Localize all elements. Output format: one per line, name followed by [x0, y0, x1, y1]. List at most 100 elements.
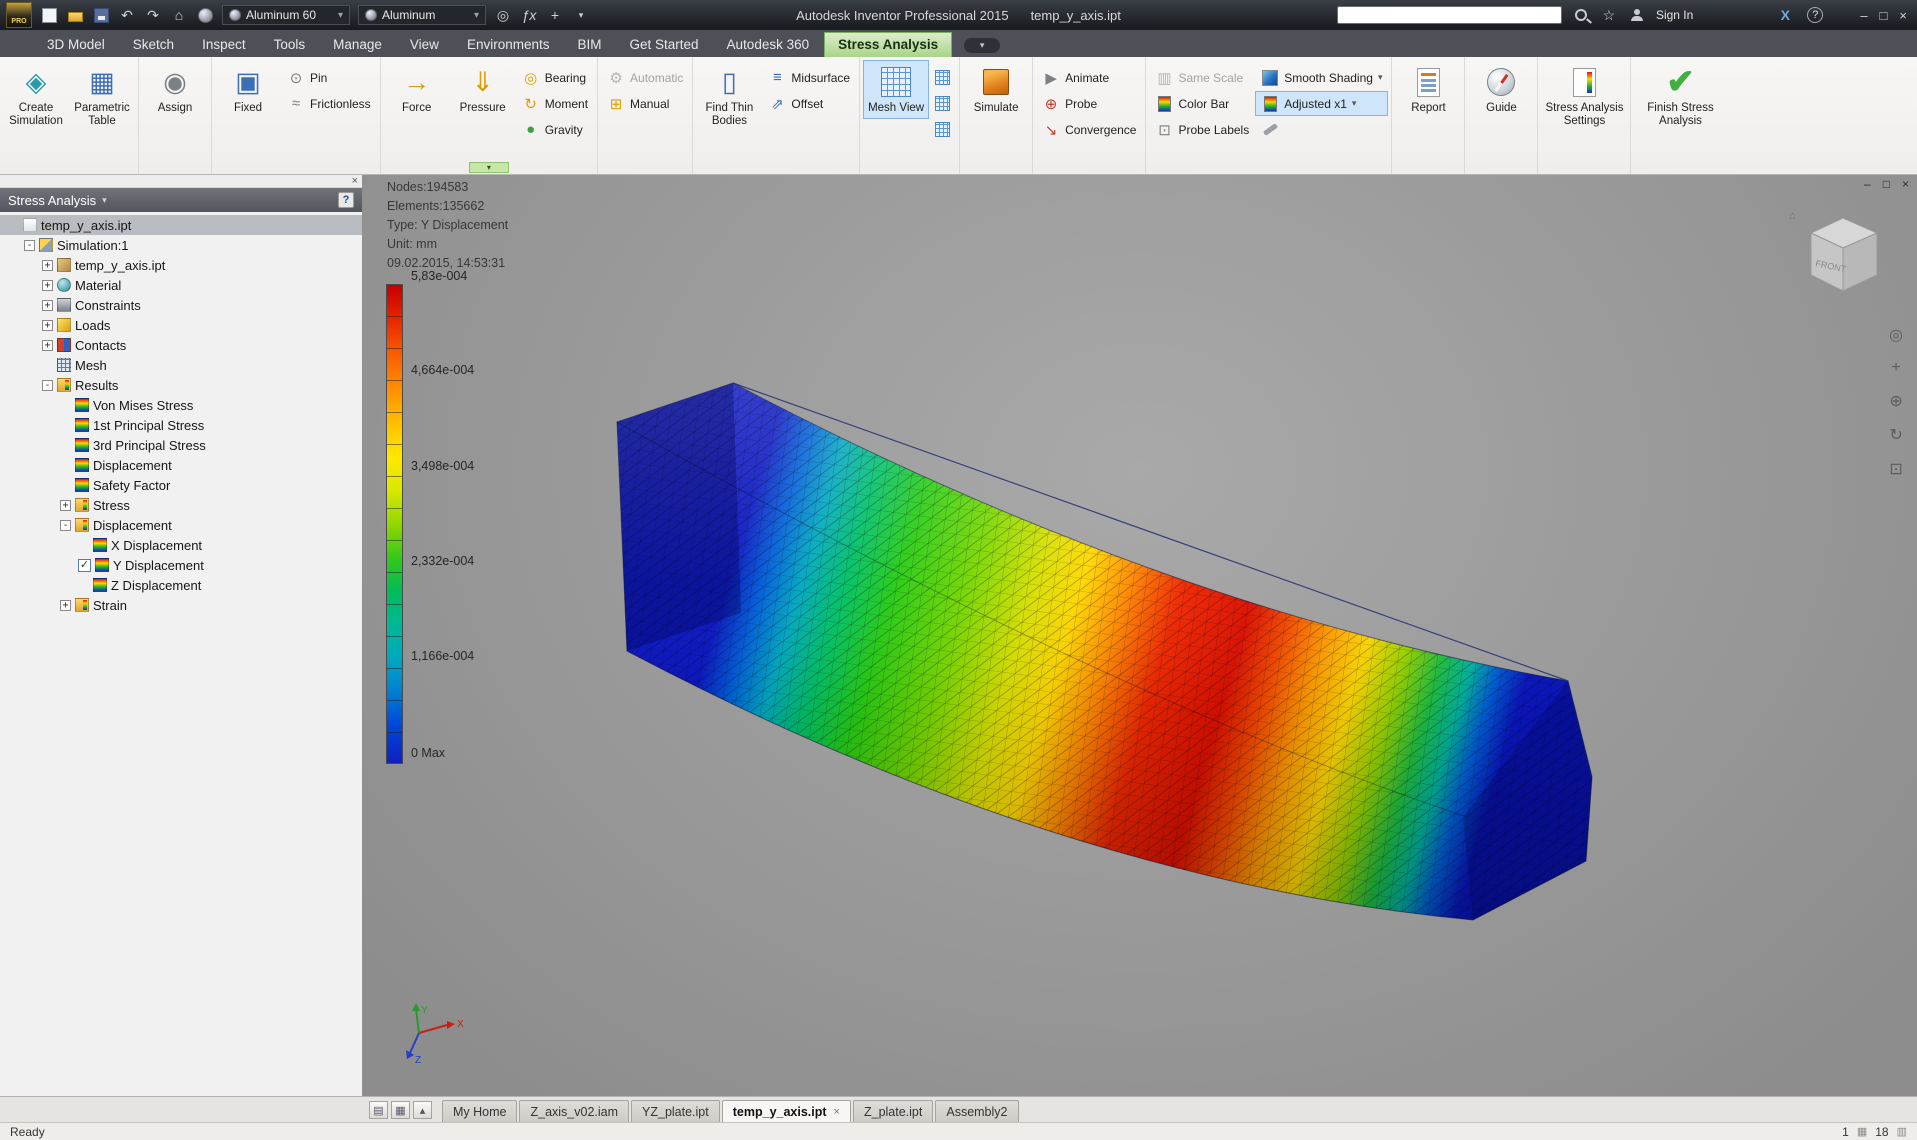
tab-close-icon[interactable]: × — [834, 1106, 840, 1118]
expand-icon[interactable]: + — [42, 279, 53, 291]
exchange-apps-icon[interactable]: X — [1776, 6, 1794, 24]
convergence-button[interactable]: ↘ Convergence — [1036, 117, 1142, 142]
parametric-table-button[interactable]: ▦ Parametric Table — [69, 60, 135, 132]
new-file-button[interactable] — [40, 6, 58, 24]
expand-tab-bar-button[interactable]: ▴ — [413, 1101, 432, 1119]
browser-header[interactable]: Stress Analysis ▾ ? — [0, 188, 362, 212]
material-combo[interactable]: Aluminum 60 ▾ — [222, 5, 350, 25]
convergence-settings-button[interactable] — [929, 117, 956, 142]
gravity-button[interactable]: ● Gravity — [516, 117, 594, 142]
finish-stress-analysis-button[interactable]: ✔ Finish Stress Analysis — [1634, 60, 1726, 132]
tab-manage[interactable]: Manage — [320, 33, 395, 57]
tree-item-stress-folder[interactable]: + Stress — [0, 495, 362, 515]
help-icon[interactable]: ? — [1807, 7, 1824, 23]
tree-item-constraints[interactable]: + Constraints — [0, 295, 362, 315]
zoom-icon[interactable]: ⊕ — [1889, 391, 1902, 411]
tree-item-displacement-result[interactable]: Displacement — [0, 455, 362, 475]
tree-item-von-mises[interactable]: Von Mises Stress — [0, 395, 362, 415]
tab-sketch[interactable]: Sketch — [120, 33, 187, 57]
ribbon-display-options[interactable]: ▾ — [964, 38, 1001, 53]
doc-tab-temp-y-axis[interactable]: temp_y_axis.ipt × — [721, 1100, 851, 1122]
redo-button[interactable]: ↷ — [144, 6, 162, 24]
expand-icon[interactable]: + — [60, 499, 71, 511]
force-button[interactable]: → Force — [384, 60, 450, 119]
color-bar-button[interactable]: Color Bar — [1149, 91, 1255, 116]
browser-close-icon[interactable]: × — [352, 175, 358, 187]
tree-item-displacement-folder[interactable]: - Displacement — [0, 515, 362, 535]
collapse-icon[interactable]: - — [60, 519, 71, 531]
minimize-button[interactable]: – — [1860, 8, 1867, 23]
sign-in-link[interactable]: Sign In — [1656, 8, 1693, 22]
guide-button[interactable]: Guide — [1468, 60, 1534, 119]
tree-item-safety-factor[interactable]: Safety Factor — [0, 475, 362, 495]
tree-item-3rd-principal[interactable]: 3rd Principal Stress — [0, 435, 362, 455]
tree-item-material[interactable]: + Material — [0, 275, 362, 295]
tree-item-simulation[interactable]: - Simulation:1 — [0, 235, 362, 255]
mesh-view-button[interactable]: Mesh View — [863, 60, 930, 119]
fea-result-canvas[interactable] — [363, 175, 1917, 1096]
expand-icon[interactable]: + — [42, 259, 53, 271]
steering-wheel-icon[interactable]: ◎ — [1889, 325, 1903, 345]
tab-get-started[interactable]: Get Started — [617, 33, 712, 57]
tab-inspect[interactable]: Inspect — [189, 33, 259, 57]
loads-flyout-arrow[interactable]: ▾ — [468, 162, 509, 173]
tree-item-results[interactable]: - Results — [0, 375, 362, 395]
doc-tab-z-axis[interactable]: Z_axis_v02.iam — [519, 1100, 630, 1122]
model-viewport[interactable]: – □ × Nodes:194583 Elements:135662 Type:… — [363, 175, 1917, 1096]
fixed-constraint-button[interactable]: ▣ Fixed — [215, 60, 281, 119]
doc-tab-yz-plate[interactable]: YZ_plate.ipt — [631, 1100, 720, 1122]
simulate-button[interactable]: Simulate — [963, 60, 1029, 119]
tree-item-part[interactable]: + temp_y_axis.ipt — [0, 255, 362, 275]
expand-icon[interactable]: + — [42, 319, 53, 331]
tab-stress-analysis[interactable]: Stress Analysis — [824, 32, 953, 57]
tab-autodesk-360[interactable]: Autodesk 360 — [714, 33, 823, 57]
pan-icon[interactable]: + — [1891, 359, 1900, 377]
doc-tab-my-home[interactable]: My Home — [442, 1100, 518, 1122]
animate-button[interactable]: ▶ Animate — [1036, 65, 1142, 90]
local-mesh-control-button[interactable] — [929, 91, 956, 116]
tile-windows-button[interactable]: ▦ — [391, 1101, 410, 1119]
find-thin-bodies-button[interactable]: ▯ Find Thin Bodies — [696, 60, 762, 132]
probe-button[interactable]: ⊕ Probe — [1036, 91, 1142, 116]
tree-item-mesh[interactable]: Mesh — [0, 355, 362, 375]
orbit-icon[interactable]: ↻ — [1889, 425, 1902, 445]
help-search-input[interactable] — [1336, 6, 1562, 24]
search-icon[interactable] — [1574, 9, 1587, 21]
frictionless-constraint-button[interactable]: ≈ Frictionless — [281, 91, 377, 116]
doc-tab-z-plate[interactable]: Z_plate.ipt — [852, 1100, 934, 1122]
adjust-button[interactable]: ◎ — [494, 6, 512, 24]
tree-item-x-displacement[interactable]: X Displacement — [0, 535, 362, 555]
tab-bim[interactable]: BIM — [564, 33, 614, 57]
tree-item-z-displacement[interactable]: Z Displacement — [0, 575, 362, 595]
expander-icon[interactable] — [8, 220, 19, 231]
y-displacement-checkbox[interactable]: ✓ — [78, 558, 91, 572]
report-button[interactable]: Report — [1395, 60, 1461, 119]
home-button[interactable]: ⌂ — [170, 6, 188, 24]
color-scale-edit-button[interactable] — [1255, 117, 1388, 142]
restore-button[interactable]: □ — [1880, 8, 1888, 23]
doc-tab-assembly2[interactable]: Assembly2 — [935, 1100, 1019, 1122]
appearance-combo[interactable]: Aluminum ▾ — [358, 5, 486, 25]
probe-labels-button[interactable]: ⊡ Probe Labels — [1149, 117, 1255, 142]
tree-item-loads[interactable]: + Loads — [0, 315, 362, 335]
doc-restore-button[interactable]: □ — [1883, 177, 1890, 191]
adjusted-scale-dropdown[interactable]: Adjusted x1 ▾ — [1255, 91, 1389, 116]
midsurface-button[interactable]: ≡ Midsurface — [762, 65, 856, 90]
expand-icon[interactable]: + — [42, 339, 53, 351]
pin-constraint-button[interactable]: ⊙ Pin — [281, 65, 377, 90]
undo-button[interactable]: ↶ — [118, 6, 136, 24]
smooth-shading-dropdown[interactable]: Smooth Shading ▾ — [1255, 65, 1388, 90]
stress-analysis-settings-button[interactable]: Stress Analysis Settings — [1541, 60, 1627, 132]
collapse-icon[interactable]: - — [24, 239, 35, 251]
close-button[interactable]: × — [1899, 8, 1907, 23]
favorites-button[interactable]: ☆ — [1600, 6, 1618, 24]
view-cube[interactable]: ⌂ FRONT — [1785, 203, 1895, 303]
offset-button[interactable]: ⇗ Offset — [762, 91, 856, 116]
save-button[interactable] — [92, 6, 110, 24]
tab-environments[interactable]: Environments — [454, 33, 563, 57]
arrange-windows-button[interactable]: ▤ — [369, 1101, 388, 1119]
manual-contacts-button[interactable]: ⊞ Manual — [601, 91, 689, 116]
measure-button[interactable]: + — [546, 6, 564, 24]
viewcube-home-icon[interactable]: ⌂ — [1789, 210, 1796, 222]
user-icon[interactable] — [1630, 9, 1643, 21]
